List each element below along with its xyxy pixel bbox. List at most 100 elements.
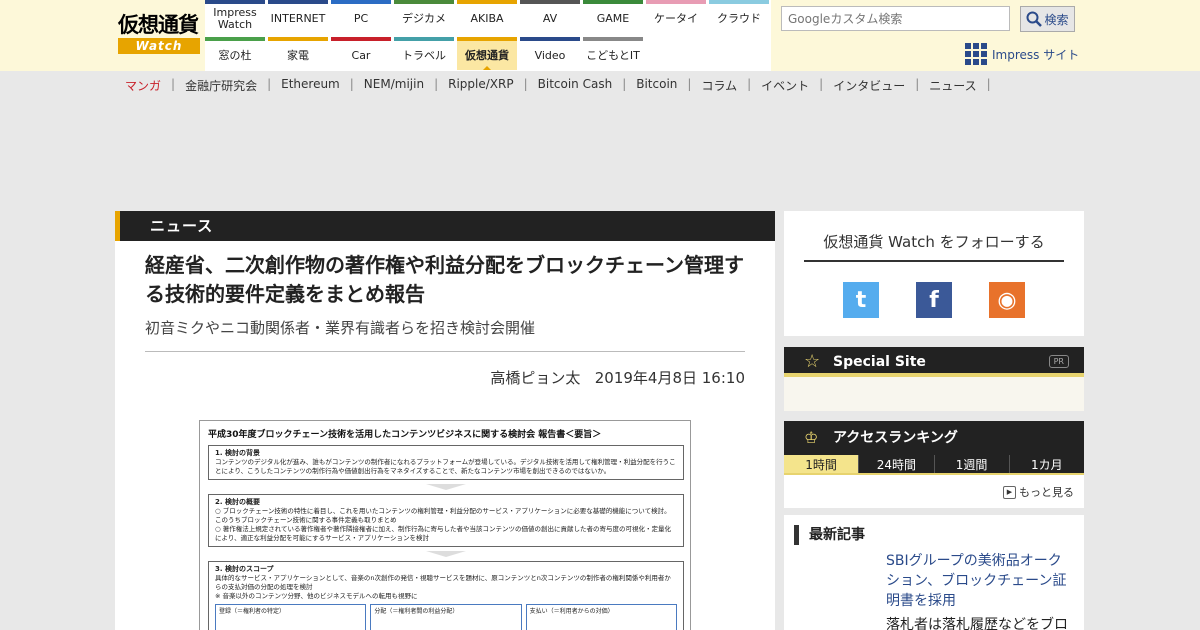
facebook-icon[interactable]: f: [916, 282, 952, 318]
crown-icon: ♔: [804, 428, 819, 447]
article-subtitle: 初音ミクやニコ動関係者・業界有識者らを招き検討会開催: [145, 319, 536, 337]
latest-item[interactable]: SBIグループの美術品オークション、ブロックチェーン証明書を採用: [886, 551, 1071, 611]
article: ニュース 経産省、二次創作物の著作権や利益分配をブロックチェーン管理する技術的要…: [115, 211, 775, 630]
category-link[interactable]: ニュース: [929, 77, 976, 95]
figure-column: 分配（＝権利者間の利益分配）: [370, 604, 522, 630]
tab-1hour[interactable]: 1時間: [784, 455, 859, 473]
nav-item[interactable]: INTERNET: [268, 0, 328, 33]
nav-item[interactable]: Impress Watch: [205, 0, 265, 33]
social-links: t f ◉: [784, 282, 1084, 318]
star-icon: ☆: [804, 351, 821, 372]
category-link[interactable]: Ripple/XRP: [448, 77, 513, 95]
follow-title: 仮想通貨 Watch をフォローする: [804, 231, 1064, 262]
category-link[interactable]: 金融庁研究会: [185, 77, 257, 95]
ranking-title: アクセスランキング: [833, 430, 958, 446]
latest-item[interactable]: 落札者は落札履歴などをブロッ: [886, 615, 1071, 630]
figure-box-heading: 2. 検討の概要: [215, 498, 260, 506]
figure-title: 平成30年度ブロックチェーン技術を活用したコンテンツビジネスに関する検討会 報告…: [208, 430, 602, 440]
ranking-header: ♔ アクセスランキング: [784, 421, 1084, 455]
nav-item[interactable]: AKIBA: [457, 0, 517, 33]
separator: |: [267, 77, 272, 91]
nav-item[interactable]: 仮想通貨: [457, 37, 517, 70]
category-nav: マンガ | 金融庁研究会 | Ethereum | NEM/mijin | Ripple/XRP…: [125, 77, 1001, 95]
separator: |: [349, 77, 354, 91]
nav-item[interactable]: こどもとIT: [583, 37, 643, 70]
search-input[interactable]: [781, 6, 1010, 31]
tab-24hours[interactable]: 24時間: [858, 455, 933, 473]
search-button-label: 検索: [1044, 12, 1069, 27]
article-figure[interactable]: 平成30年度ブロックチェーン技術を活用したコンテンツビジネスに関する検討会 報告…: [199, 420, 691, 630]
tab-1week[interactable]: 1週間: [933, 455, 1009, 473]
nav-item[interactable]: クラウド: [709, 0, 769, 33]
nav-item[interactable]: Car: [331, 37, 391, 70]
figure-box-heading: 1. 検討の背景: [215, 449, 260, 457]
site-nav: Impress Watch INTERNET PC デジカメ AKIBA AV GAME ケー…: [205, 0, 771, 71]
separator: |: [687, 77, 692, 91]
figure-box-summary: 2. 検討の概要 ○ ブロックチェーン技術の特性に着目し、これを用いたコンテンツの…: [208, 494, 684, 547]
latest-title: 最新記事: [794, 525, 865, 545]
byline: 高橋ピョン太 2019年4月8日 16:10: [490, 367, 745, 388]
nav-item[interactable]: Video: [520, 37, 580, 70]
twitter-icon[interactable]: t: [843, 282, 879, 318]
category-link[interactable]: コラム: [701, 77, 737, 95]
down-arrow-icon: [426, 551, 466, 557]
separator: |: [819, 77, 824, 91]
figure-box-background: 1. 検討の背景 コンテンツのデジタル化が進み、誰もがコンテンツの制作者になれるプ…: [208, 445, 684, 480]
separator: |: [986, 77, 991, 91]
divider: [145, 351, 745, 352]
separator: |: [434, 77, 439, 91]
nav-item[interactable]: トラベル: [394, 37, 454, 70]
down-arrow-icon: [426, 484, 466, 490]
play-icon: ▶: [1003, 485, 1016, 499]
more-link[interactable]: ▶ もっと見る: [1003, 484, 1074, 500]
figure-box-text: 具体的なサービス・アプリケーションとして、音楽のn次創作の発信・視聴サービスを題…: [215, 574, 671, 600]
search-button[interactable]: 検索: [1020, 6, 1075, 32]
grid-icon: [965, 43, 987, 65]
tab-1month[interactable]: 1カ月: [1008, 455, 1084, 473]
separator: |: [915, 77, 920, 91]
nav-item[interactable]: ケータイ: [646, 0, 706, 33]
logo-badge: Watch: [118, 38, 200, 54]
category-link[interactable]: マンガ: [125, 77, 161, 95]
ranking-box: ♔ アクセスランキング 1時間 24時間 1週間 1カ月 ▶ もっと見る: [784, 421, 1084, 508]
figure-column: 登録（＝権利者の特定）: [215, 604, 367, 630]
figure-box-text: コンテンツのデジタル化が進み、誰もがコンテンツの制作者になれるプラットフォームが…: [215, 458, 676, 475]
category-link[interactable]: NEM/mijin: [364, 77, 424, 95]
impress-sites-link[interactable]: Impress サイト: [965, 42, 1079, 66]
nav-item[interactable]: 窓の杜: [205, 37, 265, 70]
author: 高橋ピョン太: [490, 369, 581, 387]
category-link[interactable]: Ethereum: [281, 77, 340, 95]
nav-item[interactable]: デジカメ: [394, 0, 454, 33]
separator: |: [523, 77, 528, 91]
separator: |: [622, 77, 627, 91]
separator: |: [747, 77, 752, 91]
category-link[interactable]: Bitcoin: [636, 77, 677, 95]
follow-box: 仮想通貨 Watch をフォローする t f ◉: [784, 211, 1084, 336]
rss-icon[interactable]: ◉: [989, 282, 1025, 318]
site-logo[interactable]: 仮想通貨 Watch: [118, 13, 200, 57]
category-link[interactable]: Bitcoin Cash: [538, 77, 613, 95]
more-label: もっと見る: [1019, 486, 1074, 499]
separator: |: [171, 77, 176, 91]
site-header: 仮想通貨 Watch Impress Watch INTERNET PC デジカメ AK…: [0, 0, 1200, 71]
special-site-title: Special Site: [833, 354, 926, 370]
category-link[interactable]: イベント: [761, 77, 809, 95]
figure-column: 支払い（＝利用者からの対価）: [525, 604, 677, 630]
publish-date: 2019年4月8日 16:10: [594, 369, 745, 387]
category-link[interactable]: インタビュー: [833, 77, 905, 95]
special-site-box: ☆ Special Site PR: [784, 347, 1084, 411]
pr-badge: PR: [1048, 355, 1069, 368]
logo-title: 仮想通貨: [118, 13, 199, 37]
nav-item[interactable]: PC: [331, 0, 391, 33]
ranking-tabs: 1時間 24時間 1週間 1カ月: [784, 455, 1084, 475]
figure-box-scope: 3. 検討のスコープ 具体的なサービス・アプリケーションとして、音楽のn次創作の発…: [208, 561, 684, 630]
figure-box-text: ○ ブロックチェーン技術の特性に着目し、これを用いたコンテンツの権利管理・利益分…: [215, 507, 672, 542]
nav-item[interactable]: AV: [520, 0, 580, 33]
article-title: 経産省、二次創作物の著作権や利益分配をブロックチェーン管理する技術的要件定義をま…: [145, 253, 744, 306]
nav-item[interactable]: GAME: [583, 0, 643, 33]
nav-item[interactable]: 家電: [268, 37, 328, 70]
figure-box-heading: 3. 検討のスコープ: [215, 565, 274, 573]
latest-articles: 最新記事 SBIグループの美術品オークション、ブロックチェーン証明書を採用 落札…: [784, 515, 1084, 630]
sidebar: 仮想通貨 Watch をフォローする t f ◉ ☆ Special Site …: [784, 211, 1084, 630]
special-site-header: ☆ Special Site PR: [784, 347, 1084, 377]
